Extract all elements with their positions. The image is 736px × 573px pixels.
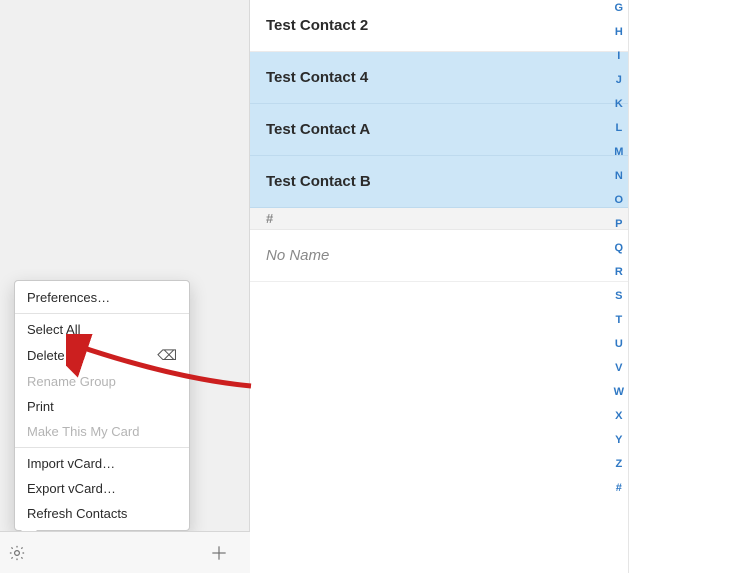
alpha-index-item[interactable]: G [615, 2, 624, 14]
contact-name: Test Contact 4 [266, 69, 368, 86]
menu-make-card: Make This My Card [15, 419, 189, 444]
menu-refresh-label: Refresh Contacts [27, 506, 127, 521]
menu-import-vcard[interactable]: Import vCard… [15, 451, 189, 476]
menu-make-card-label: Make This My Card [27, 424, 139, 439]
alpha-index-item[interactable]: I [617, 50, 620, 62]
menu-rename-group-label: Rename Group [27, 374, 116, 389]
menu-export-vcard[interactable]: Export vCard… [15, 476, 189, 501]
alpha-index-item[interactable]: P [615, 218, 622, 230]
alpha-index-item[interactable]: U [615, 338, 623, 350]
alpha-index-item[interactable]: K [615, 98, 623, 110]
menu-import-vcard-label: Import vCard… [27, 456, 115, 471]
sidebar-bottom-bar [0, 531, 250, 573]
alpha-index-item[interactable]: T [615, 314, 622, 326]
alpha-index-item[interactable]: R [615, 266, 623, 278]
alpha-index-item[interactable]: W [614, 386, 624, 398]
menu-refresh[interactable]: Refresh Contacts [15, 501, 189, 526]
add-button[interactable] [202, 532, 236, 573]
section-header-label: # [266, 211, 273, 226]
contact-name-noname: No Name [266, 247, 329, 264]
alpha-index-item[interactable]: H [615, 26, 623, 38]
contact-row[interactable]: Test Contact A [250, 104, 628, 156]
backspace-icon: ⌫ [157, 347, 177, 364]
contact-name: Test Contact B [266, 173, 371, 190]
alpha-index-item[interactable]: Q [615, 242, 624, 254]
menu-preferences-label: Preferences… [27, 290, 110, 305]
menu-separator [15, 447, 189, 448]
contacts-list: Test Contact 2 Test Contact 4 Test Conta… [250, 0, 629, 573]
contact-row-noname[interactable]: No Name [250, 230, 628, 282]
alpha-index-item[interactable]: L [615, 122, 622, 134]
menu-print-label: Print [27, 399, 54, 414]
contact-name: Test Contact 2 [266, 17, 368, 34]
alpha-index-item[interactable]: Z [615, 458, 622, 470]
contact-row[interactable]: Test Contact B [250, 156, 628, 208]
contact-row[interactable]: Test Contact 2 [250, 0, 628, 52]
alpha-index-item[interactable]: N [615, 170, 623, 182]
alpha-index-item[interactable]: # [616, 482, 622, 494]
contact-row[interactable]: Test Contact 4 [250, 52, 628, 104]
menu-select-all-label: Select All [27, 322, 80, 337]
menu-separator [15, 313, 189, 314]
alpha-index-item[interactable]: V [615, 362, 622, 374]
menu-delete-label: Delete [27, 348, 65, 363]
settings-button[interactable] [0, 532, 34, 573]
alpha-index-item[interactable]: Y [615, 434, 622, 446]
alpha-index-item[interactable]: S [615, 290, 622, 302]
menu-delete[interactable]: Delete ⌫ [15, 342, 189, 369]
app-root: Preferences… Select All Delete ⌫ Rename … [0, 0, 736, 573]
sidebar: Preferences… Select All Delete ⌫ Rename … [0, 0, 250, 573]
menu-select-all[interactable]: Select All [15, 317, 189, 342]
menu-preferences[interactable]: Preferences… [15, 285, 189, 310]
context-menu: Preferences… Select All Delete ⌫ Rename … [14, 280, 190, 531]
menu-rename-group: Rename Group [15, 369, 189, 394]
contact-name: Test Contact A [266, 121, 370, 138]
alpha-index: G H I J K L M N O P Q R S T U V W X Y Z … [614, 2, 624, 494]
menu-export-vcard-label: Export vCard… [27, 481, 116, 496]
alpha-index-item[interactable]: O [615, 194, 624, 206]
alpha-index-item[interactable]: J [616, 74, 622, 86]
gear-icon [8, 544, 26, 562]
plus-icon [209, 543, 229, 563]
detail-pane [629, 0, 736, 573]
section-header-hash: # [250, 208, 628, 230]
alpha-index-item[interactable]: X [615, 410, 622, 422]
menu-print[interactable]: Print [15, 394, 189, 419]
alpha-index-item[interactable]: M [614, 146, 623, 158]
